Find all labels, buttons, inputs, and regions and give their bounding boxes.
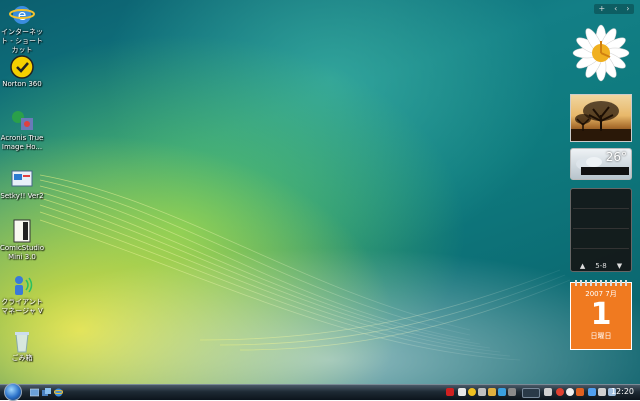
tray-app-icon[interactable] (576, 388, 584, 396)
tray-pen-icon[interactable] (544, 388, 552, 396)
comicstudio-icon (9, 218, 35, 244)
sidebar-add-button[interactable]: + (598, 4, 605, 14)
tree-photo-icon (571, 101, 631, 141)
tray-keyboard-icon[interactable] (478, 388, 486, 396)
switch-windows-icon[interactable] (42, 388, 51, 397)
feed-page-indicator: 5-8 (595, 262, 607, 270)
taskbar: 12:20 (0, 383, 640, 401)
feed-prev-button[interactable]: ▲ (580, 262, 585, 270)
clock-gadget[interactable] (570, 22, 632, 84)
tray-settings-icon[interactable] (508, 388, 516, 396)
sidebar-controls: + ‹ › (594, 4, 634, 14)
client-manager-icon (9, 272, 35, 298)
desktop-icon-acronis[interactable]: Acronis True Image Ho... (0, 108, 44, 152)
desktop-icon-label: Acronis True Image Ho... (0, 134, 44, 151)
desktop-icon-internet[interactable]: e インターネット - ショートカット (0, 2, 44, 55)
weather-location-redacted (581, 167, 629, 175)
feed-headlines-gadget[interactable]: ▲ 5-8 ▼ (570, 188, 632, 272)
calendar-gadget[interactable]: 2007 7月 1 日曜日 (570, 280, 632, 350)
daisy-clock-icon (572, 24, 630, 82)
desktop-icon-label: クライアント マネージャ V (1, 298, 43, 315)
tray-volume-icon[interactable] (598, 388, 606, 396)
tray-update-icon[interactable] (566, 388, 574, 396)
feed-item[interactable] (573, 209, 629, 229)
tray-security-icon[interactable] (556, 388, 564, 396)
tray-folder-icon[interactable] (488, 388, 496, 396)
slideshow-gadget[interactable] (570, 94, 632, 142)
tray-network-icon[interactable] (588, 388, 596, 396)
internet-explorer-quicklaunch-icon[interactable] (54, 388, 63, 397)
weather-gadget[interactable]: 26° (570, 148, 632, 180)
weather-temperature: 26° (605, 150, 627, 164)
setky-icon (9, 166, 35, 192)
taskbar-clock[interactable]: 12:20 (611, 387, 634, 396)
desktop-icon-label: ComicStudio Mini 3.0 (0, 244, 45, 261)
tray-norton-icon[interactable] (468, 388, 476, 396)
sidebar-prev-button[interactable]: ‹ (614, 4, 617, 14)
wallpaper-swoosh (39, 174, 571, 361)
calendar-binding-rings (575, 280, 627, 286)
desktop-icon-client-manager[interactable]: クライアント マネージャ V (0, 272, 44, 316)
recycle-bin-icon (9, 328, 35, 354)
calendar-weekday: 日曜日 (590, 332, 612, 340)
desktop-icon-recycle-bin[interactable]: ごみ箱 (0, 328, 44, 363)
desktop-icon-label: Norton 360 (2, 80, 42, 88)
feed-next-button[interactable]: ▼ (617, 262, 622, 270)
desktop-icon-setky[interactable]: Setky!! Ver2 (0, 166, 44, 201)
acronis-icon (9, 108, 35, 134)
feed-pager: ▲ 5-8 ▼ (571, 262, 631, 270)
feed-item[interactable] (573, 189, 629, 209)
show-desktop-icon[interactable] (30, 388, 39, 397)
desktop[interactable]: e インターネット - ショートカット Norton 360 Acronis T… (0, 0, 640, 384)
calendar-day: 1 (590, 297, 612, 332)
start-button[interactable] (4, 383, 22, 401)
desktop-icon-label: ごみ箱 (11, 354, 33, 362)
tray-language-bar[interactable] (522, 388, 540, 398)
tray-help-icon[interactable] (498, 388, 506, 396)
desktop-icon-label: Setky!! Ver2 (0, 192, 44, 200)
desktop-icon-comicstudio[interactable]: ComicStudio Mini 3.0 (0, 218, 44, 262)
sidebar-next-button[interactable]: › (626, 4, 629, 14)
desktop-icon-norton[interactable]: Norton 360 (0, 54, 44, 89)
tray-alert-icon[interactable] (446, 388, 454, 396)
feed-item[interactable] (573, 229, 629, 249)
windows-sidebar: + ‹ › 26° ▲ 5-8 ▼ 2007 7月 1 日曜日 (566, 0, 640, 384)
system-tray: 12:20 (444, 385, 640, 400)
desktop-icon-label: インターネット - ショートカット (1, 28, 43, 54)
internet-explorer-icon: e (9, 2, 35, 28)
tray-ime-icon[interactable] (458, 388, 466, 396)
norton-icon (9, 54, 35, 80)
